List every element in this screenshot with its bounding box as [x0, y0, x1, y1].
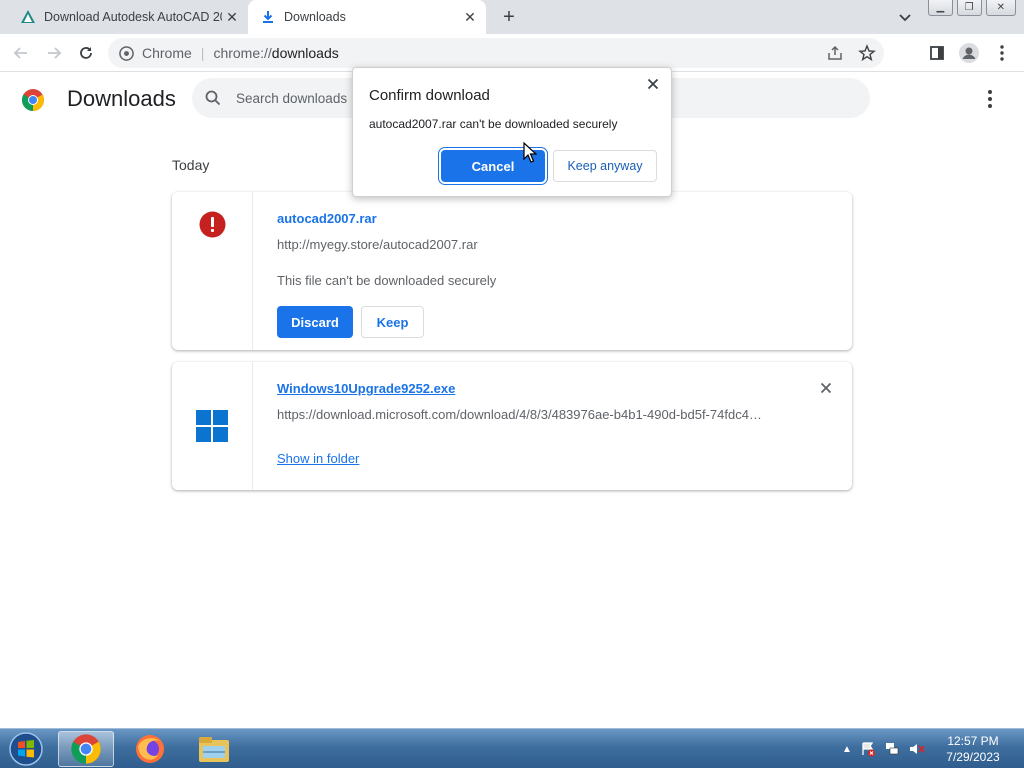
back-arrow-icon: [13, 47, 27, 59]
download-item-autocad: autocad2007.rar http://myegy.store/autoc…: [172, 192, 852, 350]
windows-start-orb-icon: [9, 732, 43, 766]
tab-downloads[interactable]: Downloads ✕: [248, 0, 486, 34]
file-url: http://myegy.store/autocad2007.rar: [277, 237, 478, 252]
tab-autodesk[interactable]: Download Autodesk AutoCAD 20 ✕: [8, 0, 248, 34]
dialog-close-icon[interactable]: [643, 74, 663, 94]
forward-button[interactable]: [43, 42, 65, 64]
volume-muted-icon[interactable]: [908, 741, 926, 757]
new-tab-button[interactable]: +: [498, 6, 520, 28]
window-controls: ▁ ❐ ✕: [928, 0, 1020, 18]
address-bar[interactable]: Chrome | chrome://downloads: [108, 38, 884, 68]
bookmark-star-icon[interactable]: [858, 44, 876, 62]
tab-close-icon[interactable]: ✕: [222, 7, 242, 27]
browser-menu-button[interactable]: [991, 42, 1013, 64]
file-name[interactable]: Windows10Upgrade9252.exe: [277, 381, 455, 396]
search-icon: [204, 89, 222, 107]
downloads-menu-button[interactable]: [980, 88, 1000, 110]
reload-icon: [80, 47, 92, 59]
keep-button[interactable]: Keep: [361, 306, 424, 338]
clock-time: 12:57 PM: [947, 734, 999, 748]
chrome-icon: [71, 734, 101, 764]
dialog-message: autocad2007.rar can't be downloaded secu…: [369, 117, 618, 131]
profile-button[interactable]: [958, 42, 980, 64]
file-status: This file can't be downloaded securely: [277, 273, 497, 288]
side-panel-icon: [930, 46, 944, 60]
taskbar-explorer[interactable]: [186, 731, 242, 767]
taskbar-firefox[interactable]: [122, 731, 178, 767]
confirm-download-dialog: Confirm download autocad2007.rar can't b…: [352, 67, 672, 197]
file-icon-column: [172, 192, 253, 350]
taskbar-chrome[interactable]: [58, 731, 114, 767]
start-button[interactable]: [6, 730, 46, 768]
download-item-windows-upgrade: Windows10Upgrade9252.exe https://downloa…: [172, 362, 852, 490]
reload-button[interactable]: [75, 42, 97, 64]
side-panel-button[interactable]: [926, 42, 948, 64]
show-in-folder-link[interactable]: Show in folder: [277, 451, 359, 466]
show-hidden-icons-chevron-icon[interactable]: ▲: [842, 744, 852, 755]
dialog-title: Confirm download: [369, 87, 490, 104]
more-vert-icon: [1000, 45, 1004, 61]
minimize-button[interactable]: ▁: [928, 0, 953, 16]
taskbar-clock[interactable]: 12:57 PM 7/29/2023: [938, 733, 1008, 765]
window-close-button[interactable]: ✕: [985, 0, 1016, 16]
network-icon[interactable]: [884, 741, 900, 757]
clock-date: 7/29/2023: [946, 750, 1000, 764]
tab-title: Downloads: [284, 10, 346, 24]
chrome-logo-icon: [21, 88, 45, 112]
mouse-cursor-icon: [523, 142, 537, 163]
firefox-icon: [136, 735, 164, 763]
url-text: chrome://downloads: [213, 45, 339, 61]
file-name[interactable]: autocad2007.rar: [277, 211, 377, 226]
chevron-down-icon[interactable]: [896, 8, 914, 26]
file-icon-column: [172, 362, 253, 490]
action-center-flag-icon[interactable]: [860, 741, 876, 757]
separator: |: [200, 45, 205, 61]
warning-icon: [199, 211, 226, 238]
discard-button[interactable]: Discard: [277, 306, 353, 338]
forward-arrow-icon: [48, 47, 62, 59]
avatar-icon: [959, 43, 979, 63]
tab-strip: Download Autodesk AutoCAD 20 ✕ Downloads…: [0, 0, 1024, 34]
windows-taskbar: ▲ 12:57 PM 7/29/2023: [0, 728, 1024, 768]
file-url: https://download.microsoft.com/download/…: [277, 407, 762, 422]
remove-item-close-icon[interactable]: [818, 380, 834, 396]
autodesk-logo-icon: [20, 9, 36, 25]
tab-title: Download Autodesk AutoCAD 20: [44, 10, 222, 24]
file-explorer-icon: [199, 737, 229, 762]
back-button[interactable]: [10, 42, 32, 64]
system-tray: ▲: [842, 735, 926, 763]
download-icon: [260, 9, 276, 25]
tab-close-icon[interactable]: ✕: [460, 7, 480, 27]
windows-logo-icon: [196, 410, 228, 442]
share-icon[interactable]: [826, 44, 844, 62]
keep-anyway-button[interactable]: Keep anyway: [553, 150, 657, 182]
date-heading: Today: [172, 157, 210, 173]
restore-button[interactable]: ❐: [956, 0, 982, 16]
chrome-site-icon: [118, 45, 134, 61]
site-name: Chrome: [142, 45, 192, 61]
page-title: Downloads: [67, 86, 176, 111]
